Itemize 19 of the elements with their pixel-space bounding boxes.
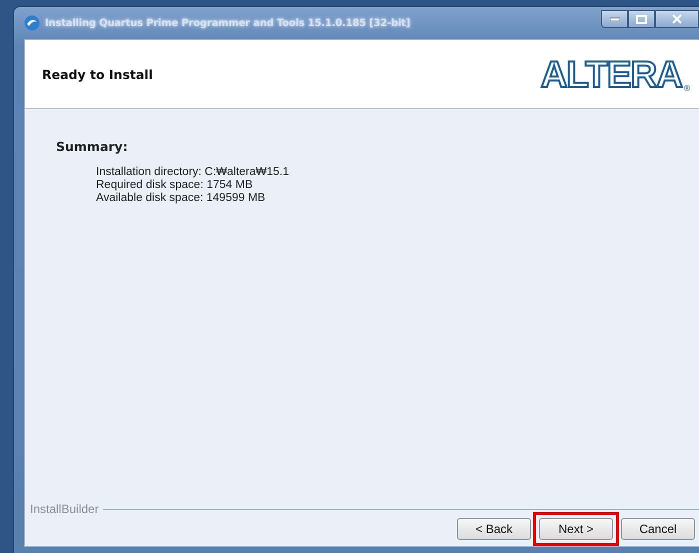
wizard-button[interactable]: Next > [539,518,613,540]
maximize-icon [636,14,647,24]
minimize-icon [610,17,620,21]
maximize-button[interactable] [628,10,655,28]
page-title: Ready to Install [42,66,153,82]
wizard-button[interactable]: Cancel [621,518,695,540]
summary-line: Installation directory: C:₩altera₩15.1 [96,166,290,179]
installer-brand: InstallBuilder [30,502,99,516]
window-title: Installing Quartus Prime Programmer and Tools 15.1.0.185 [32-bit] [45,18,410,28]
wizard-button[interactable]: < Back [457,518,531,540]
close-icon [672,14,682,24]
close-button[interactable] [655,10,699,28]
summary-heading: Summary: [56,139,129,154]
trademark-mark: ® [683,84,691,92]
logo: ALTERA [540,56,682,92]
minimize-button[interactable] [601,10,628,28]
summary-line: Available disk space: 149599 MB [96,192,266,205]
app-icon [24,15,40,31]
summary-line: Required disk space: 1754 MB [96,179,254,192]
